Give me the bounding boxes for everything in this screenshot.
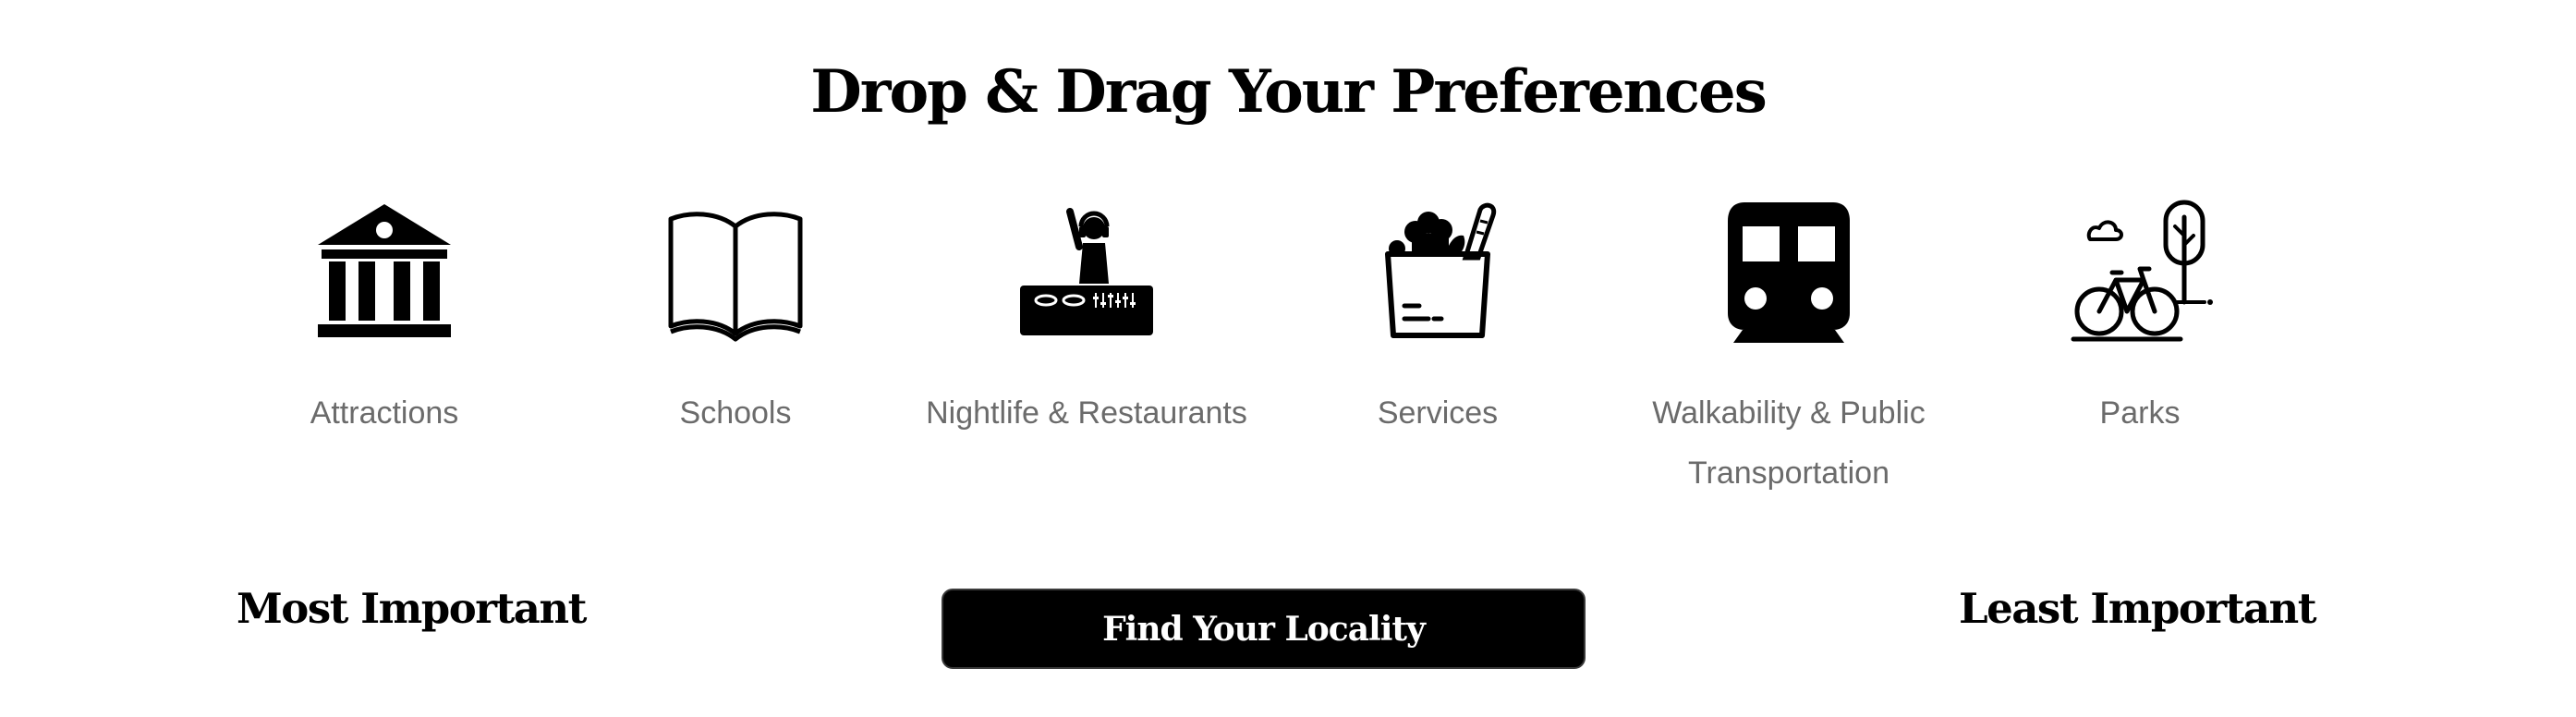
museum-icon xyxy=(318,204,451,337)
bicycle-tree-icon xyxy=(2071,200,2213,342)
page-title: Drop & Drag Your Preferences xyxy=(810,57,1768,127)
grocery-bag-icon xyxy=(1385,202,1497,338)
preference-walkability-transportation[interactable]: Walkability & Public Transportation xyxy=(1622,199,1955,504)
preference-attractions[interactable]: Attractions xyxy=(218,199,551,444)
preference-label: Schools xyxy=(679,395,792,431)
dj-booth-icon xyxy=(1020,208,1153,335)
least-important-heading: Least Important xyxy=(1959,584,2317,633)
find-your-locality-button[interactable]: Find Your Locality xyxy=(942,589,1586,669)
preference-label: Walkability & Public Transportation xyxy=(1652,395,1926,491)
most-important-heading: Most Important xyxy=(237,584,587,633)
train-icon xyxy=(1728,202,1850,343)
preference-label: Attractions xyxy=(310,395,459,431)
preference-nightlife-restaurants[interactable]: Nightlife & Restaurants xyxy=(920,199,1253,444)
preference-label: Nightlife & Restaurants xyxy=(926,395,1247,431)
preference-services[interactable]: Services xyxy=(1271,199,1604,444)
preference-label: Services xyxy=(1377,395,1499,431)
preference-schools[interactable]: Schools xyxy=(569,199,902,444)
preference-label: Parks xyxy=(2099,395,2181,431)
preference-parks[interactable]: Parks xyxy=(1974,199,2306,444)
open-book-icon xyxy=(668,212,803,342)
